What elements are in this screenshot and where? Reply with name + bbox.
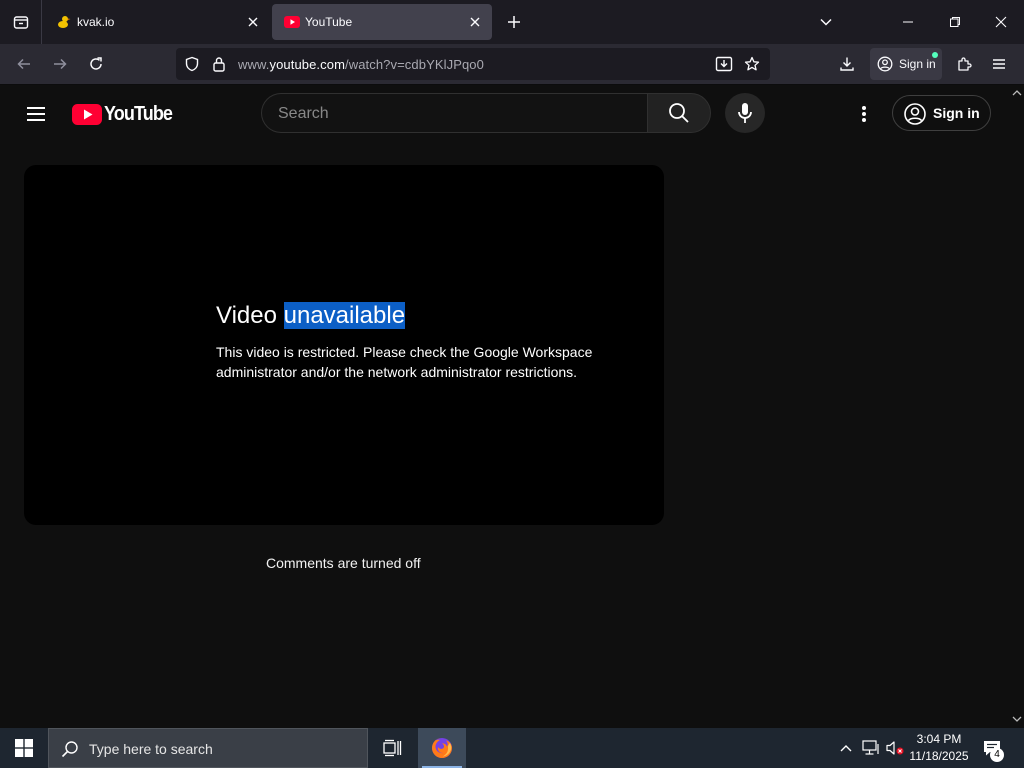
scroll-up-arrow-icon[interactable] <box>1012 88 1022 98</box>
taskbar-search-placeholder: Type here to search <box>89 741 213 757</box>
browser-navigation-bar: www.youtube.com/watch?v=cdbYKlJPqo0 Sign… <box>0 44 1024 85</box>
minimize-icon[interactable] <box>898 12 918 32</box>
youtube-favicon-icon <box>284 14 300 30</box>
tracking-protection-shield-icon[interactable] <box>184 56 200 72</box>
extensions-puzzle-icon[interactable] <box>953 53 975 75</box>
new-tab-icon[interactable] <box>504 12 524 32</box>
youtube-play-logo-icon <box>72 103 102 125</box>
reload-icon[interactable] <box>85 53 107 75</box>
clock-date: 11/18/2025 <box>909 749 969 763</box>
search-icon <box>61 740 79 758</box>
tab-list-icon[interactable] <box>0 0 42 44</box>
page-scrollbar[interactable] <box>1010 86 1024 728</box>
video-player[interactable]: Video unavailable This video is restrict… <box>24 165 664 525</box>
settings-kebab-icon[interactable] <box>852 102 876 126</box>
notification-count-badge: 4 <box>990 748 1004 762</box>
youtube-logo-text: YouTube <box>104 102 173 125</box>
microphone-icon <box>735 102 755 124</box>
tab-title: kvak.io <box>77 15 115 29</box>
bookmark-star-icon[interactable] <box>744 56 760 72</box>
downloads-icon[interactable] <box>836 53 858 75</box>
account-label: Sign in <box>899 57 936 71</box>
tab-youtube[interactable]: YouTube <box>272 4 492 40</box>
sign-in-label: Sign in <box>933 105 980 121</box>
search-input[interactable] <box>278 103 628 125</box>
system-clock[interactable]: 3:04 PM 11/18/2025 <box>906 731 972 765</box>
list-all-tabs-chevron-icon[interactable] <box>816 12 836 32</box>
duck-favicon-icon <box>56 14 72 30</box>
restore-icon[interactable] <box>945 12 965 32</box>
back-arrow-icon[interactable] <box>13 53 35 75</box>
voice-search-button[interactable] <box>725 93 765 133</box>
forward-arrow-icon[interactable] <box>49 53 71 75</box>
error-title-prefix: Video <box>216 302 284 329</box>
youtube-sign-in-button[interactable]: Sign in <box>892 95 991 131</box>
notification-dot <box>932 52 938 58</box>
windows-taskbar: Type here to search 3:04 PM 11/18/2025 4 <box>0 728 1024 768</box>
error-message: This video is restricted. Please check t… <box>216 344 593 380</box>
firefox-taskbar-button[interactable] <box>418 728 466 768</box>
url-path: /watch?v=cdbYKlJPqo0 <box>345 57 484 72</box>
windows-start-icon[interactable] <box>0 728 48 768</box>
youtube-header: YouTube Sign in <box>0 86 1010 142</box>
close-tab-icon[interactable] <box>466 13 484 31</box>
taskbar-search-box[interactable]: Type here to search <box>48 728 368 768</box>
tab-kvak[interactable]: kvak.io <box>44 4 270 40</box>
address-bar[interactable]: www.youtube.com/watch?v=cdbYKlJPqo0 <box>176 48 770 80</box>
search-icon <box>667 101 691 125</box>
url-host: youtube.com <box>269 57 346 72</box>
account-avatar-icon <box>877 56 893 72</box>
guide-menu-icon[interactable] <box>24 102 48 126</box>
show-hidden-icons-chevron-icon[interactable] <box>836 738 856 758</box>
volume-muted-icon[interactable] <box>885 738 905 758</box>
task-view-icon[interactable] <box>372 728 412 768</box>
search-button[interactable] <box>647 93 711 133</box>
network-icon[interactable] <box>861 738 881 758</box>
firefox-icon <box>430 736 454 760</box>
error-title: Video unavailable <box>216 302 406 330</box>
youtube-logo[interactable]: YouTube <box>72 102 180 126</box>
search-box <box>261 93 647 133</box>
account-circle-icon <box>903 102 927 126</box>
app-menu-icon[interactable] <box>988 53 1010 75</box>
close-window-icon[interactable] <box>991 12 1011 32</box>
scroll-down-arrow-icon[interactable] <box>1012 714 1022 724</box>
clock-time: 3:04 PM <box>916 732 962 746</box>
save-to-pocket-icon[interactable] <box>715 56 733 72</box>
error-title-selected-text: unavailable <box>283 302 406 329</box>
url-text: www.youtube.com/watch?v=cdbYKlJPqo0 <box>238 57 484 72</box>
tab-title: YouTube <box>305 15 353 29</box>
close-tab-icon[interactable] <box>244 13 262 31</box>
comments-status: Comments are turned off <box>266 555 421 571</box>
firefox-account-button[interactable]: Sign in <box>870 48 942 80</box>
url-prefix: www. <box>238 57 270 72</box>
lock-icon[interactable] <box>212 56 226 72</box>
browser-tab-bar: kvak.io YouTube <box>0 0 1024 44</box>
